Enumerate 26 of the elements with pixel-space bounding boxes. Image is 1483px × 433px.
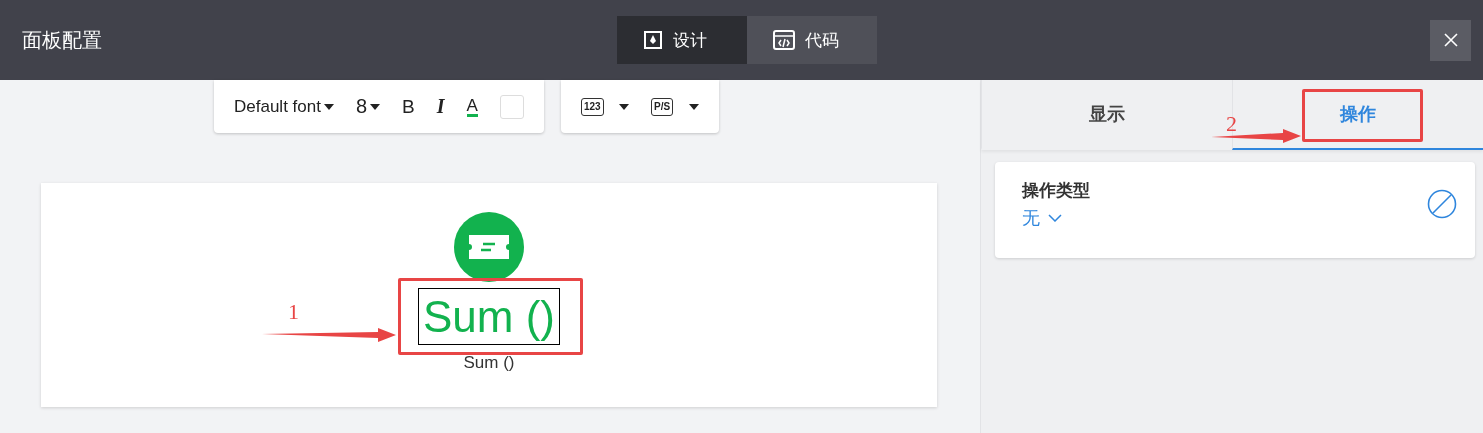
action-type-title: 操作类型 <box>1022 179 1090 202</box>
caret-icon <box>619 103 630 110</box>
mode-tab[interactable]: 设计 <box>616 16 747 64</box>
number-format-dropdown[interactable]: 123 <box>580 96 630 117</box>
mode-tab[interactable]: 代码 <box>746 16 877 64</box>
close-icon <box>1442 32 1459 48</box>
code-window-icon <box>772 30 795 50</box>
caret-icon <box>323 103 334 110</box>
text-color-button[interactable]: A <box>466 96 478 117</box>
window-title: 面板配置 <box>22 27 103 53</box>
bold-button[interactable]: B <box>402 95 415 118</box>
annotation-number: 1 <box>288 299 299 325</box>
prefix-suffix-dropdown[interactable]: P/S <box>651 96 699 117</box>
pen-icon <box>642 30 663 50</box>
caret-icon <box>688 103 699 110</box>
action-type-dropdown[interactable]: 无 <box>1022 205 1062 230</box>
chevron-down-icon <box>1048 213 1062 222</box>
size-dropdown[interactable]: 8 <box>355 95 381 118</box>
font-dropdown[interactable]: Default font <box>234 96 334 117</box>
close-button[interactable] <box>1430 19 1471 61</box>
italic-button[interactable]: I <box>436 95 445 118</box>
disabled-icon <box>1427 189 1457 219</box>
value-label: Sum () <box>463 353 515 373</box>
caret-icon <box>370 103 381 110</box>
fill-color-swatch[interactable] <box>499 94 524 119</box>
ticket-icon <box>454 212 524 282</box>
